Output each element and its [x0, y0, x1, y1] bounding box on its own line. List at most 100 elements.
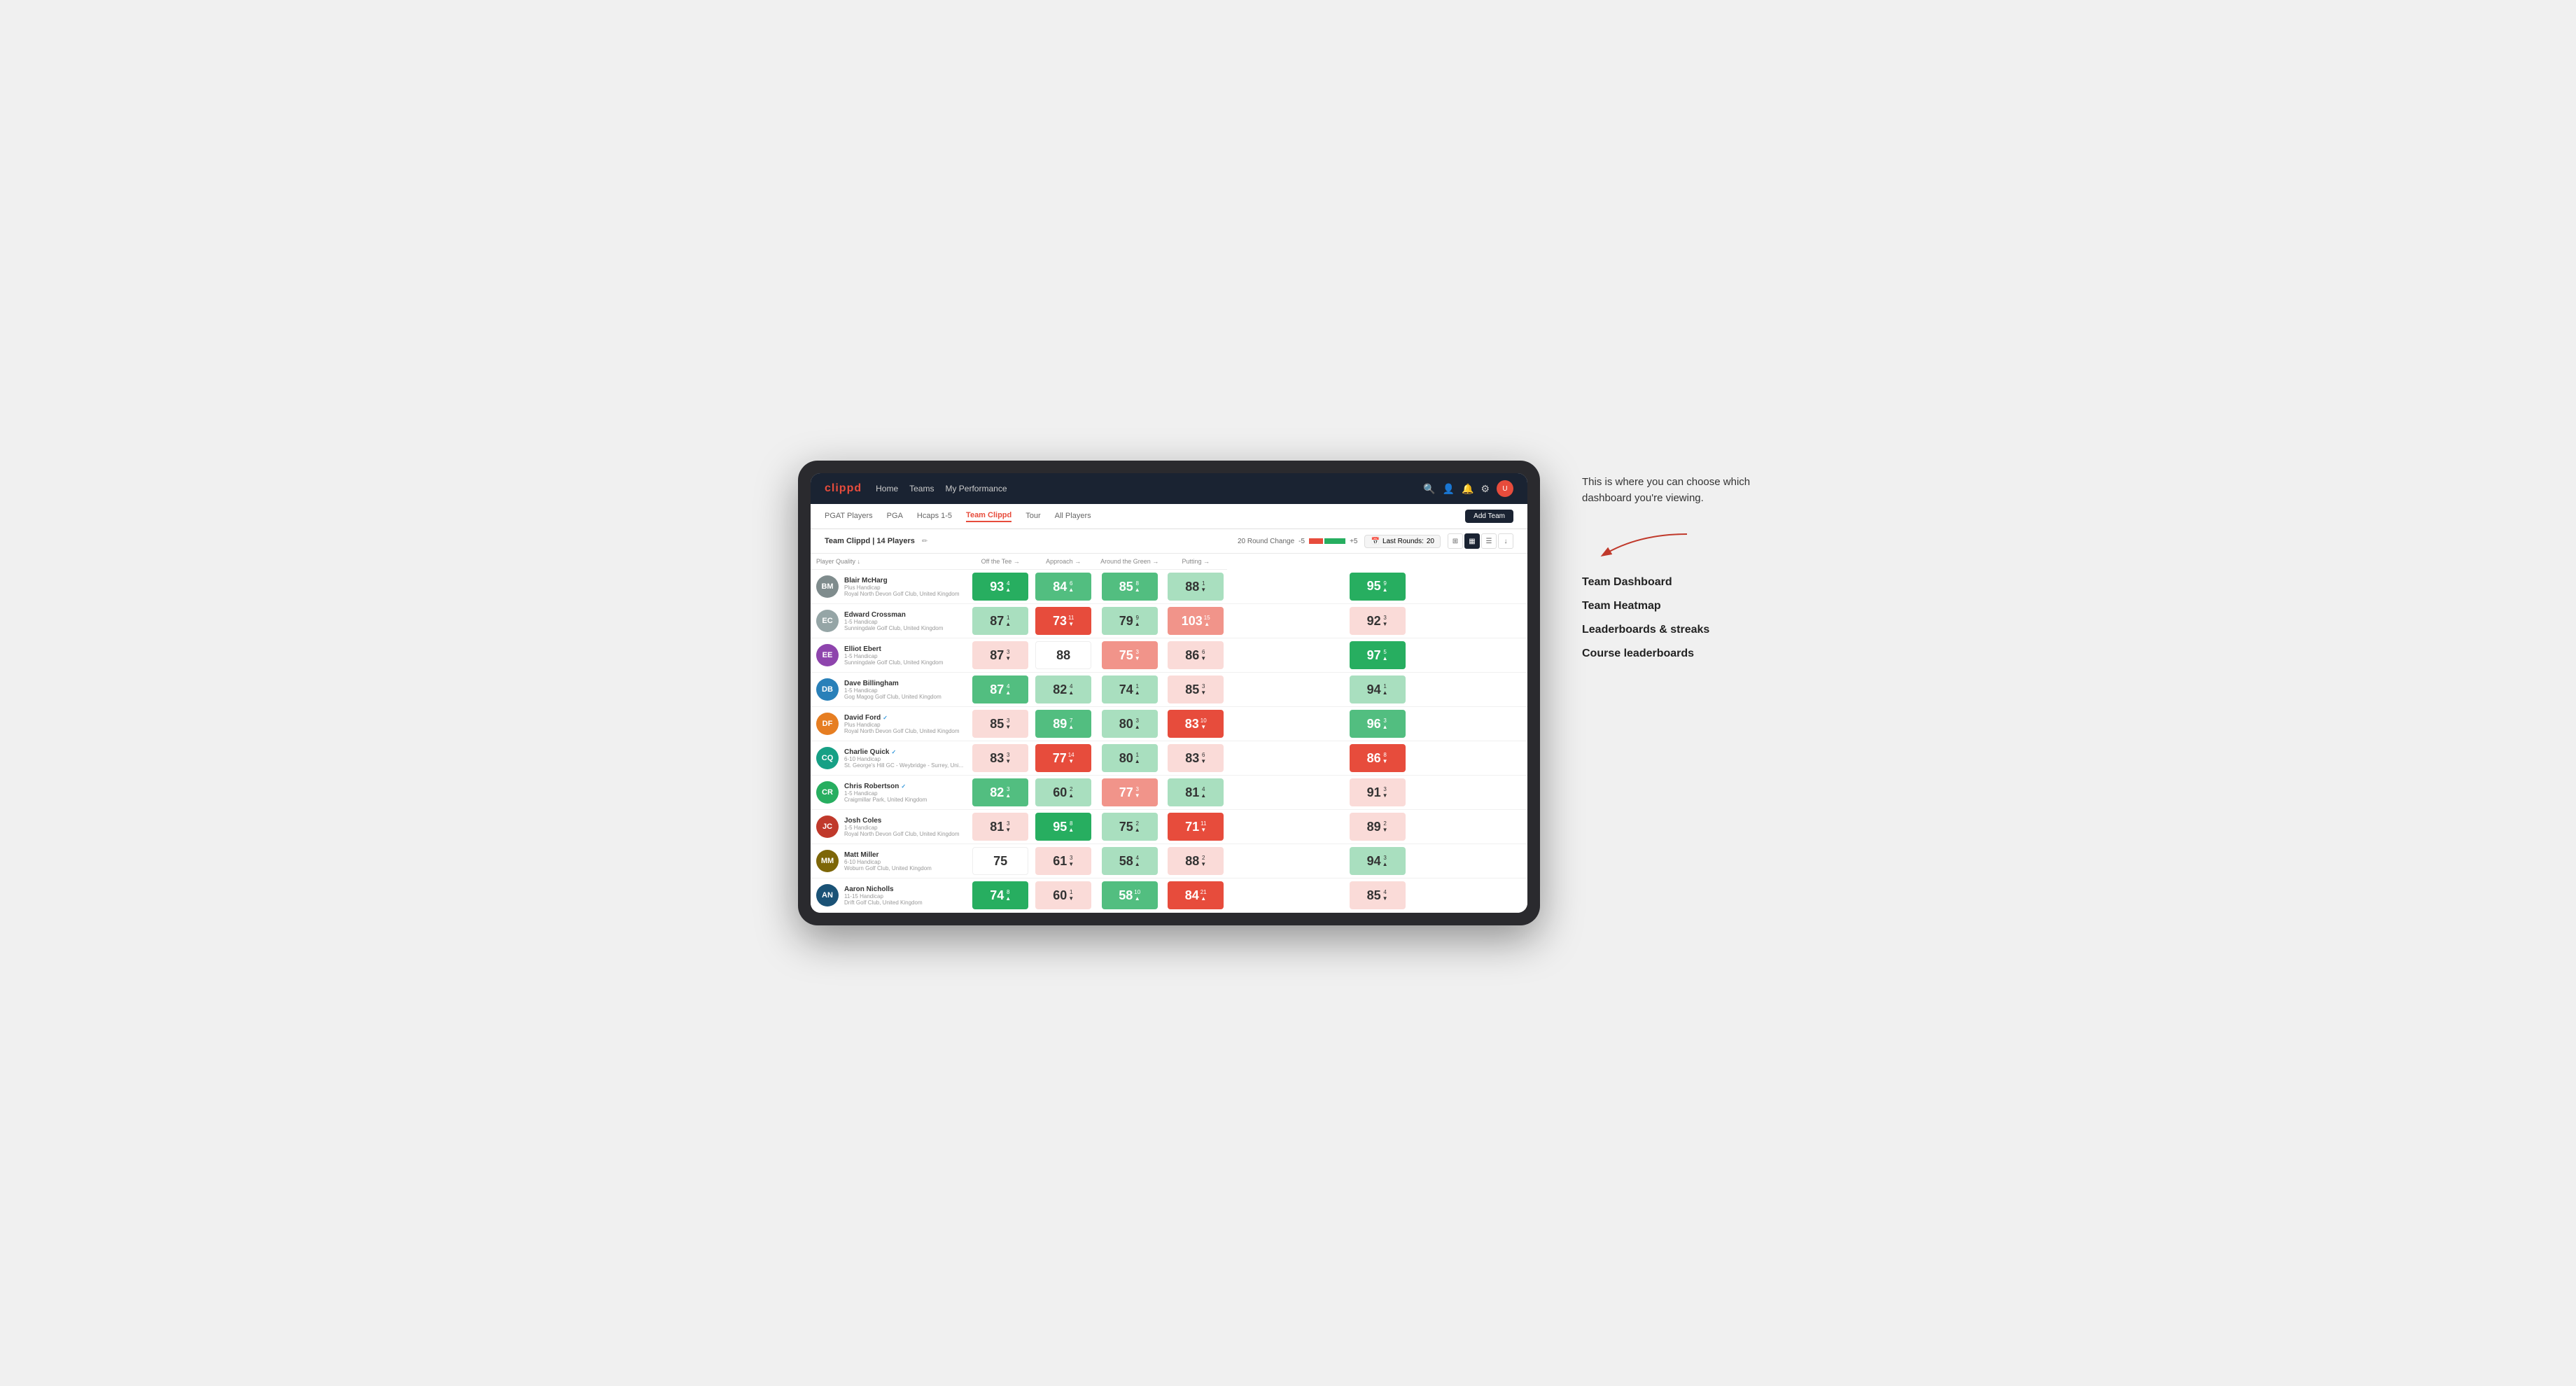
- score-cell-approach: 858: [1095, 570, 1164, 604]
- score-box: 803: [1102, 710, 1158, 738]
- grid-view-button[interactable]: ⊞: [1448, 533, 1463, 549]
- table-row[interactable]: BMBlair McHargPlus HandicapRoyal North D…: [811, 570, 1527, 604]
- tab-team-clippd[interactable]: Team Clippd: [966, 511, 1011, 522]
- score-cell-around: 853: [1164, 673, 1227, 707]
- score-value: 94: [1367, 854, 1381, 869]
- up-arrow-icon: [1135, 827, 1140, 833]
- edit-icon[interactable]: ✏: [922, 538, 927, 545]
- score-value: 82: [1053, 682, 1067, 697]
- avatar[interactable]: U: [1497, 480, 1513, 497]
- score-box: 871: [972, 607, 1028, 635]
- change-value: 2: [1070, 786, 1072, 792]
- score-box: 824: [1035, 676, 1091, 704]
- down-arrow-icon: [1200, 655, 1206, 662]
- player-handicap: 1-5 Handicap: [844, 687, 963, 694]
- nav-my-performance[interactable]: My Performance: [945, 484, 1007, 493]
- up-arrow-icon: [1005, 690, 1011, 696]
- nav-teams[interactable]: Teams: [909, 484, 934, 493]
- score-value: 87: [990, 682, 1004, 697]
- score-value: 71: [1185, 820, 1199, 834]
- score-box: 801: [1102, 744, 1158, 772]
- table-row[interactable]: EEElliot Ebert1-5 HandicapSunningdale Go…: [811, 638, 1527, 673]
- score-box: 753: [1102, 641, 1158, 669]
- score-cell-tee: 846: [1032, 570, 1095, 604]
- team-name: Team Clippd | 14 Players: [825, 537, 915, 545]
- add-team-button[interactable]: Add Team: [1465, 510, 1513, 523]
- player-cell-2: EEElliot Ebert1-5 HandicapSunningdale Go…: [811, 638, 969, 673]
- score-value: 93: [990, 580, 1004, 594]
- user-icon[interactable]: 👤: [1443, 483, 1455, 495]
- player-cell-3: DBDave Billingham1-5 HandicapGog Magog G…: [811, 673, 969, 707]
- score-box: 858: [1102, 573, 1158, 601]
- tab-all-players[interactable]: All Players: [1055, 512, 1091, 522]
- table-row[interactable]: CQCharlie Quick ✓6-10 HandicapSt. George…: [811, 741, 1527, 776]
- score-change: 6: [1068, 580, 1074, 593]
- score-value: 83: [1185, 717, 1199, 732]
- nav-home[interactable]: Home: [876, 484, 898, 493]
- score-cell-approach: 773: [1095, 776, 1164, 810]
- table-row[interactable]: MMMatt Miller6-10 HandicapWoburn Golf Cl…: [811, 844, 1527, 878]
- change-value: 1: [1070, 889, 1072, 895]
- down-arrow-icon: [1200, 724, 1206, 730]
- score-box: 813: [972, 813, 1028, 841]
- settings-icon[interactable]: ⚙: [1480, 483, 1490, 495]
- team-info-bar: Team Clippd | 14 Players ✏ 20 Round Chan…: [811, 529, 1527, 554]
- down-arrow-icon: [1382, 895, 1388, 902]
- change-value: 8: [1383, 752, 1386, 758]
- table-row[interactable]: ANAaron Nicholls11-15 HandicapDrift Golf…: [811, 878, 1527, 913]
- down-arrow-icon: [1200, 827, 1206, 833]
- score-box: 10315: [1168, 607, 1224, 635]
- up-arrow-icon: [1135, 861, 1140, 867]
- score-value: 91: [1367, 785, 1381, 800]
- player-name: David Ford ✓: [844, 714, 963, 722]
- score-value: 77: [1119, 785, 1133, 800]
- score-change: 4: [1005, 580, 1011, 593]
- score-value: 86: [1367, 751, 1381, 766]
- score-value: 89: [1367, 820, 1381, 834]
- score-value: 95: [1367, 579, 1381, 594]
- score-box: 741: [1102, 676, 1158, 704]
- score-cell-approach: 752: [1095, 810, 1164, 844]
- up-arrow-icon: [1135, 895, 1140, 902]
- list-view-button[interactable]: ☰: [1481, 533, 1497, 549]
- score-change: 3: [1382, 615, 1388, 627]
- score-cell-around: 866: [1164, 638, 1227, 673]
- bell-icon[interactable]: 🔔: [1462, 483, 1474, 495]
- tab-pgat-players[interactable]: PGAT Players: [825, 512, 873, 522]
- table-row[interactable]: DFDavid Ford ✓Plus HandicapRoyal North D…: [811, 707, 1527, 741]
- heatmap-view-button[interactable]: ▦: [1464, 533, 1480, 549]
- score-value: 73: [1053, 614, 1067, 629]
- player-handicap: 6-10 Handicap: [844, 756, 963, 762]
- search-icon[interactable]: 🔍: [1423, 483, 1435, 495]
- tab-pga[interactable]: PGA: [887, 512, 903, 522]
- tab-tour[interactable]: Tour: [1026, 512, 1040, 522]
- page-wrapper: clippd Home Teams My Performance 🔍 👤 🔔 ⚙…: [798, 461, 1778, 925]
- score-box: 799: [1102, 607, 1158, 635]
- up-arrow-icon: [1005, 621, 1011, 627]
- score-value: 61: [1053, 854, 1067, 869]
- change-value: 3: [1135, 649, 1138, 655]
- col-player: Player Quality ↓: [811, 554, 969, 570]
- annotation-arrow-container: [1582, 527, 1778, 569]
- score-cell-around: 836: [1164, 741, 1227, 776]
- dashboard-item-2: Leaderboards & streaks: [1582, 624, 1778, 636]
- table-row[interactable]: DBDave Billingham1-5 HandicapGog Magog G…: [811, 673, 1527, 707]
- export-button[interactable]: ↓: [1498, 533, 1513, 549]
- tab-hcaps[interactable]: Hcaps 1-5: [917, 512, 952, 522]
- score-cell-quality: 833: [969, 741, 1032, 776]
- up-arrow-icon: [1204, 621, 1210, 627]
- table-row[interactable]: ECEdward Crossman1-5 HandicapSunningdale…: [811, 604, 1527, 638]
- down-arrow-icon: [1382, 758, 1388, 764]
- table-row[interactable]: JCJosh Coles1-5 HandicapRoyal North Devo…: [811, 810, 1527, 844]
- up-arrow-icon: [1135, 587, 1140, 593]
- last-rounds-button[interactable]: 📅 Last Rounds: 20: [1364, 535, 1441, 548]
- change-value: 3: [1070, 855, 1072, 861]
- score-change: 4: [1382, 889, 1388, 902]
- score-change: 5: [1382, 649, 1388, 662]
- score-cell-putting: 943: [1227, 844, 1527, 878]
- table-row[interactable]: CRChris Robertson ✓1-5 HandicapCraigmill…: [811, 776, 1527, 810]
- score-box: 88: [1035, 641, 1091, 669]
- score-box: 959: [1350, 573, 1406, 601]
- change-value: 2: [1135, 820, 1138, 827]
- change-value: 1: [1202, 580, 1205, 587]
